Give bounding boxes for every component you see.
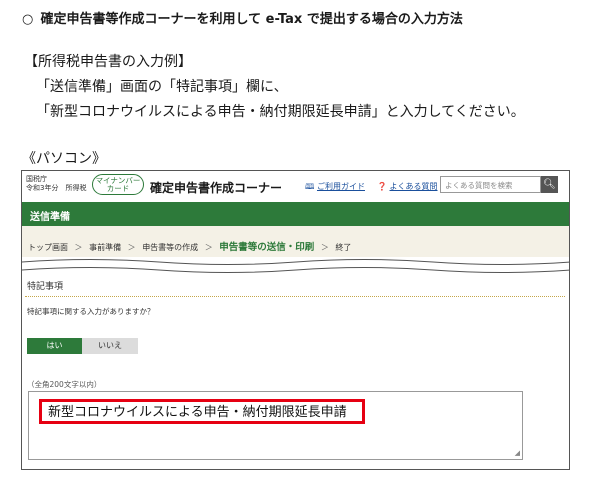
breadcrumb-item: 終了 — [335, 243, 352, 252]
chevron-right-icon: ＞ — [127, 243, 136, 252]
chevron-right-icon: ＞ — [204, 243, 213, 252]
chevron-right-icon: ＞ — [320, 243, 329, 252]
example-line-1: 「送信準備」画面の「特記事項」欄に、 — [36, 79, 288, 95]
magnifier-icon: 🔍︎ — [543, 179, 556, 190]
faq-label: よくある質問 — [389, 182, 438, 191]
remarks-input-value: 新型コロナウイルスによる申告・納付期限延長申請 — [39, 399, 365, 424]
breadcrumb-current: 申告書等の送信・印刷 — [219, 242, 315, 253]
remarks-question: 特記事項に関する入力がありますか？ — [27, 307, 155, 316]
example-line-2: 「新型コロナウイルスによる申告・納付期限延長申請」と入力してください。 — [36, 104, 525, 120]
app-title: 確定申告書作成コーナー — [150, 181, 283, 195]
breadcrumb-item: 事前準備 — [89, 243, 122, 252]
search-button[interactable]: 🔍︎ — [541, 176, 558, 193]
example-label: 【所得税申告書の入力例】 — [24, 54, 192, 70]
book-icon: 🕮 — [305, 182, 315, 191]
char-limit-note: （全角200文字以内） — [27, 380, 102, 389]
yes-button[interactable]: はい — [27, 338, 82, 354]
breadcrumb-item: 申告書等の作成 — [142, 243, 199, 252]
page-title: 送信準備 — [22, 202, 569, 226]
section-title: 特記事項 — [27, 282, 64, 292]
breadcrumb-item: トップ画面 — [28, 243, 68, 252]
user-guide-link[interactable]: 🕮 ご利用ガイド — [305, 181, 365, 195]
pc-label: 《パソコン》 — [22, 151, 106, 167]
question-circle-icon: ❓ — [377, 182, 387, 191]
agency-info: 国税庁 令和3年分 所得税 — [26, 175, 86, 193]
input-example: 【所得税申告書の入力例】 「送信準備」画面の「特記事項」欄に、 「新型コロナウイ… — [24, 50, 525, 125]
no-button[interactable]: いいえ — [82, 338, 138, 354]
faq-search-input[interactable]: よくある質問を検索 — [440, 176, 541, 193]
mynumber-line-2: カード — [106, 184, 130, 193]
agency-name: 国税庁 — [26, 175, 47, 183]
mynumber-card-badge: マイナンバー カード — [92, 174, 144, 195]
heading-text: 確定申告書等作成コーナーを利用して e-Tax で提出する場合の入力方法 — [40, 12, 463, 27]
section-divider — [25, 296, 565, 297]
tax-year: 令和3年分 所得税 — [26, 184, 87, 192]
circle-bullet-icon: ○ — [22, 12, 34, 27]
resize-handle-icon[interactable]: ◢ — [515, 450, 520, 457]
user-guide-label: ご利用ガイド — [316, 182, 365, 191]
pc-screenshot: 国税庁 令和3年分 所得税 マイナンバー カード 確定申告書作成コーナー 🕮 ご… — [21, 170, 570, 470]
omission-wave-divider — [22, 257, 569, 275]
section-heading: ○ 確定申告書等作成コーナーを利用して e-Tax で提出する場合の入力方法 — [22, 8, 463, 27]
chevron-right-icon: ＞ — [74, 243, 83, 252]
header-bar: 国税庁 令和3年分 所得税 マイナンバー カード 確定申告書作成コーナー 🕮 ご… — [22, 171, 569, 201]
faq-link[interactable]: ❓ よくある質問 — [377, 181, 438, 192]
